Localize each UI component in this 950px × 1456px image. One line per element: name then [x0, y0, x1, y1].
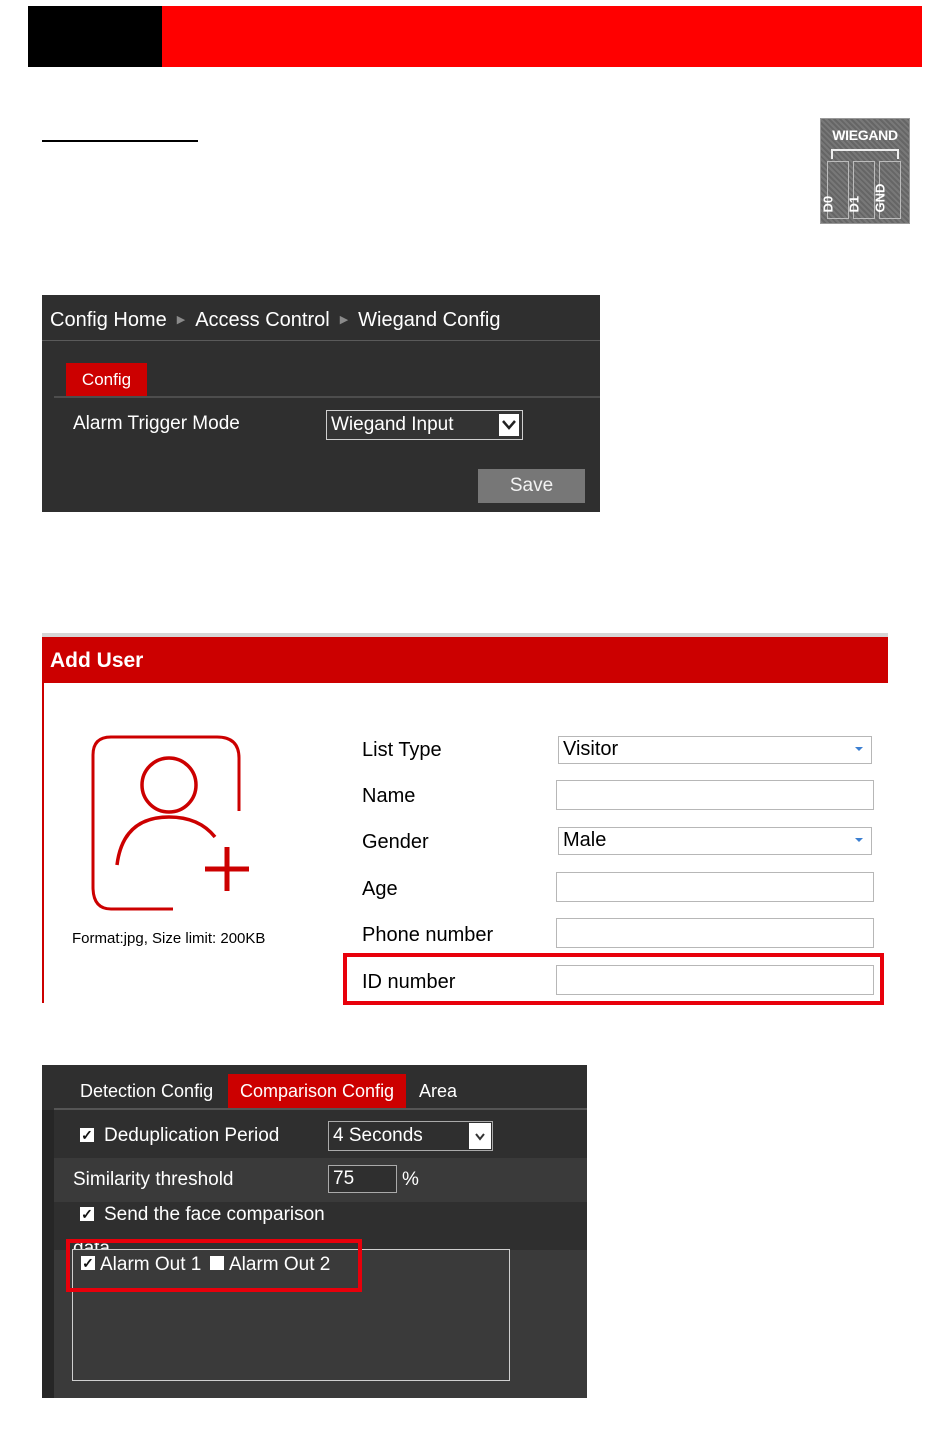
dialog-title-bar: Add User: [42, 637, 888, 683]
list-type-label: List Type: [362, 739, 442, 761]
wiegand-pin-label: D1: [846, 195, 862, 213]
photo-format-note: Format:jpg, Size limit: 200KB: [72, 930, 266, 947]
gender-value: Male: [563, 829, 607, 851]
panel-left-gutter: [42, 1110, 54, 1398]
deduplication-period-select[interactable]: 4 Seconds: [328, 1121, 493, 1151]
deduplication-label: Deduplication Period: [104, 1125, 280, 1146]
caret-down-icon: [855, 747, 863, 751]
similarity-threshold-value: 75: [333, 1168, 355, 1189]
breadcrumb-wiegand-config: Wiegand Config: [358, 309, 501, 331]
tab-area[interactable]: Area: [419, 1074, 457, 1108]
section-heading-underline: [42, 140, 198, 142]
alarm-out-highlight-box: [66, 1239, 362, 1292]
phone-number-input[interactable]: [556, 918, 874, 948]
list-type-value: Visitor: [563, 738, 619, 760]
name-label: Name: [362, 785, 416, 807]
age-input[interactable]: [556, 872, 874, 902]
tab-config[interactable]: Config: [66, 363, 147, 396]
add-user-dialog: Add User Format:jpg, Size limit: 200KB L…: [42, 633, 888, 1005]
dialog-left-border: [42, 683, 44, 1003]
tab-comparison-config[interactable]: Comparison Config: [228, 1074, 407, 1108]
wiegand-pin-label: GND: [872, 183, 888, 213]
save-button[interactable]: Save: [478, 469, 585, 503]
breadcrumb: Config Home ▶ Access Control ▶ Wiegand Confi…: [50, 309, 500, 332]
breadcrumb-separator-icon: ▶: [339, 314, 349, 326]
list-type-select[interactable]: Visitor: [558, 736, 872, 764]
breadcrumb-config-home[interactable]: Config Home: [50, 309, 167, 331]
gender-label: Gender: [362, 831, 429, 853]
wiegand-photo-bracket: [831, 149, 899, 159]
comparison-config-panel: Detection Config Comparison Config Area …: [42, 1065, 587, 1398]
send-face-comparison-checkbox[interactable]: ✓: [80, 1207, 94, 1221]
send-face-comparison-label: Send the face comparison: [104, 1204, 325, 1225]
caret-down-icon: [855, 838, 863, 842]
gender-select[interactable]: Male: [558, 827, 872, 855]
header-banner-black: [28, 6, 162, 67]
wiegand-photo-title: WIEGAND: [832, 127, 898, 143]
dialog-title: Add User: [50, 649, 144, 672]
age-label: Age: [362, 878, 398, 900]
chevron-down-icon[interactable]: [498, 413, 520, 437]
wiegand-terminal-photo: WIEGAND D0 D1 GND: [820, 118, 910, 224]
divider: [42, 340, 600, 341]
phone-number-label: Phone number: [362, 924, 494, 946]
id-number-highlight-box: [343, 953, 884, 1005]
wiegand-config-panel: Config Home ▶ Access Control ▶ Wiegand Confi…: [42, 295, 600, 512]
divider: [54, 396, 600, 398]
deduplication-checkbox[interactable]: ✓: [80, 1128, 94, 1142]
similarity-threshold-input[interactable]: 75: [328, 1165, 397, 1193]
breadcrumb-separator-icon: ▶: [176, 314, 186, 326]
wiegand-pin-gnd: GND: [873, 161, 901, 219]
chevron-down-icon[interactable]: [469, 1123, 491, 1149]
add-user-avatar-icon[interactable]: [89, 733, 269, 913]
name-input[interactable]: [556, 780, 874, 810]
alarm-trigger-mode-label: Alarm Trigger Mode: [73, 413, 240, 434]
similarity-threshold-label: Similarity threshold: [73, 1169, 234, 1190]
similarity-unit: %: [402, 1169, 419, 1190]
tab-detection-config[interactable]: Detection Config: [80, 1074, 213, 1108]
wiegand-pin-label: D0: [820, 195, 836, 213]
alarm-trigger-mode-select[interactable]: Wiegand Input: [326, 410, 523, 440]
header-banner-red: [162, 6, 922, 67]
breadcrumb-access-control[interactable]: Access Control: [195, 309, 330, 331]
alarm-trigger-mode-value: Wiegand Input: [331, 414, 454, 435]
deduplication-period-value: 4 Seconds: [333, 1125, 423, 1146]
